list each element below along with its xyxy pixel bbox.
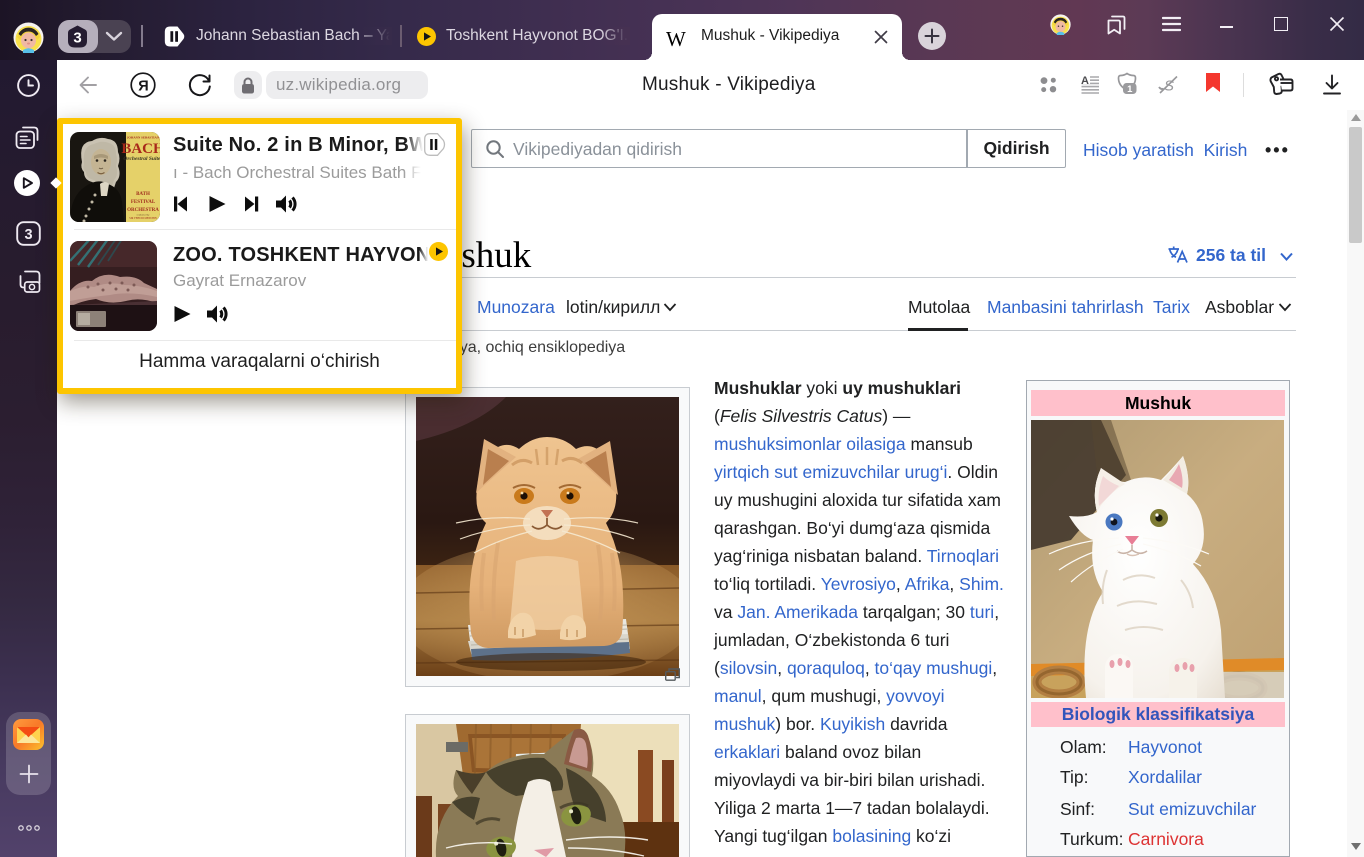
svg-text:3: 3 (24, 227, 32, 243)
svg-text:FESTIVAL: FESTIVAL (131, 200, 156, 205)
svg-text:BACH: BACH (121, 141, 160, 157)
svg-text:A: A (1081, 75, 1089, 87)
svg-text:JOHANN SEBASTIAN: JOHANN SEBASTIAN (127, 135, 160, 139)
svg-text:ORCHESTRA: ORCHESTRA (127, 208, 159, 213)
svg-text:1: 1 (1127, 84, 1133, 95)
svg-text:Orchestral Suites: Orchestral Suites (123, 156, 160, 162)
svg-text:Я: Я (138, 78, 148, 94)
svg-text:SIR YEHUDI MENUHIN: SIR YEHUDI MENUHIN (129, 217, 157, 220)
svg-text:BATH: BATH (136, 192, 150, 197)
svg-text:3: 3 (73, 30, 81, 47)
